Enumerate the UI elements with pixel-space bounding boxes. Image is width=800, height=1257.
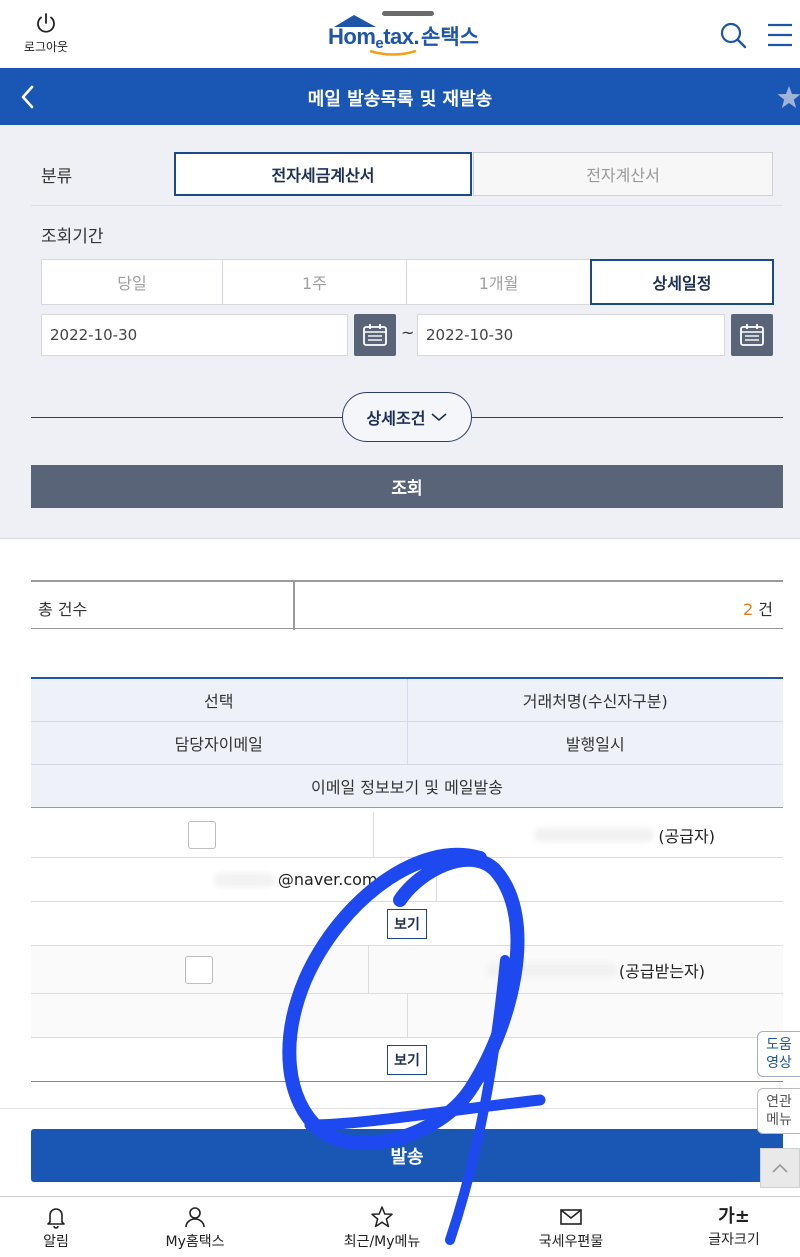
column-header-email: 담당자이메일 [174,735,263,754]
divider [0,1108,800,1109]
redacted-text [213,872,274,887]
view-button[interactable]: 보기 [387,908,427,939]
issued-at-cell [435,858,784,901]
column-header-partner: 거래처명(수신자구분) [406,679,784,721]
category-invoice-button[interactable]: 전자계산서 [473,152,773,196]
view-send-cell: 보기 [31,1038,783,1081]
nav-my-hometax[interactable]: My홈택스 [135,1205,255,1251]
calendar-icon [363,324,387,346]
nav-recent-my-menu[interactable]: 최근/My메뉴 [322,1205,442,1251]
email-cell: @naver.com [31,858,436,901]
period-1week-button[interactable]: 1주 [222,259,407,305]
calendar-icon [740,324,764,346]
period-selector: 당일 1주 1개월 상세일정 [41,259,774,305]
logout-label: 로그아웃 [23,40,69,54]
category-label: 분류 [41,167,73,187]
view-send-cell: 보기 [31,902,783,945]
column-header-select: 선택 [204,692,234,711]
email-value: @naver.com [277,870,378,889]
search-button[interactable]: 조회 [31,465,783,508]
power-icon [37,13,55,33]
total-count-label: 총 건수 [38,600,88,619]
category-tax-invoice-button[interactable]: 전자세금계산서 [174,152,472,196]
column-header-view-send: 이메일 정보보기 및 메일발송 [311,778,503,797]
send-button[interactable]: 발송 [31,1129,783,1182]
issued-at-cell [406,994,784,1037]
search-filter-panel: 분류 전자세금계산서 전자계산서 조회기간 당일 1주 1개월 상세일정 202… [0,125,800,539]
period-1month-button[interactable]: 1개월 [406,259,591,305]
bell-icon [47,1208,65,1229]
period-today-button[interactable]: 당일 [41,259,223,305]
total-count-value: 2 건 [742,600,773,619]
column-header-issued-at: 발행일시 [406,722,784,764]
search-icon[interactable] [718,20,748,50]
row-select-cell [31,812,373,857]
partner-name-cell: (공급자) [372,812,784,857]
partner-role: (공급자) [658,826,715,846]
logout-button[interactable]: 로그아웃 [16,12,76,55]
star-icon [371,1206,393,1228]
table-row: @naver.com [31,858,783,902]
nav-tax-mail[interactable]: 국세우편물 [511,1205,631,1251]
start-date-calendar-button[interactable] [354,314,396,356]
table-header: 선택 거래처명(수신자구분) 담당자이메일 발행일시 이메일 정보보기 및 메일… [31,677,783,808]
redacted-text [534,827,655,842]
period-custom-button[interactable]: 상세일정 [590,259,774,305]
divider [293,582,295,630]
advanced-conditions-label: 상세조건 [366,409,426,428]
table-row [31,994,783,1038]
table-row: 보기 [31,1038,783,1082]
chevron-down-icon [431,413,447,422]
row-checkbox[interactable] [185,955,214,984]
help-video-button[interactable]: 도움 영상 [757,1031,800,1077]
redacted-text [486,962,617,977]
total-count-row: 총 건수 2 건 [31,580,783,630]
view-button[interactable]: 보기 [387,1044,427,1075]
email-cell [31,994,407,1037]
date-range-separator: ~ [401,323,415,342]
table-row: (공급받는자) [31,946,783,994]
top-app-bar: 로그아웃 Hometax. 손택스 [0,0,800,68]
chevron-up-icon [772,1163,788,1173]
bottom-navigation: 알림 My홈택스 최근/My메뉴 국세우편물 가± 글자크기 [0,1196,800,1257]
page-title: 메일 발송목록 및 재발송 [307,89,493,110]
mail-icon [560,1209,582,1225]
advanced-conditions-toggle[interactable]: 상세조건 [342,392,472,442]
person-icon [185,1207,205,1228]
start-date-input[interactable]: 2022-10-30 [41,314,348,356]
table-row: 보기 [31,902,783,946]
partner-role: (공급받는자) [618,961,705,981]
partner-name-cell: (공급받는자) [367,946,784,993]
logo-swoosh-icon [369,49,417,56]
row-select-cell [31,946,368,993]
hometax-logo[interactable]: Hometax. 손택스 [328,15,498,56]
logo-wordmark: Hometax. [328,24,420,52]
scroll-to-top-button[interactable] [760,1148,800,1188]
row-checkbox[interactable] [187,820,216,849]
nav-notifications[interactable]: 알림 [0,1205,116,1251]
page-header: 메일 발송목록 및 재발송 [0,68,800,125]
hamburger-menu-icon[interactable] [766,22,794,48]
period-label: 조회기간 [41,227,104,247]
end-date-calendar-button[interactable] [731,314,773,356]
table-row: (공급자) [31,812,783,858]
favorite-star-icon[interactable] [776,84,800,110]
end-date-input[interactable]: 2022-10-30 [417,314,725,356]
divider [31,205,783,206]
font-size-icon: 가± [718,1206,750,1227]
logo-app-name: 손택스 [421,25,479,49]
related-menu-button[interactable]: 연관 메뉴 [757,1088,800,1134]
nav-font-size[interactable]: 가± 글자크기 [674,1205,794,1249]
